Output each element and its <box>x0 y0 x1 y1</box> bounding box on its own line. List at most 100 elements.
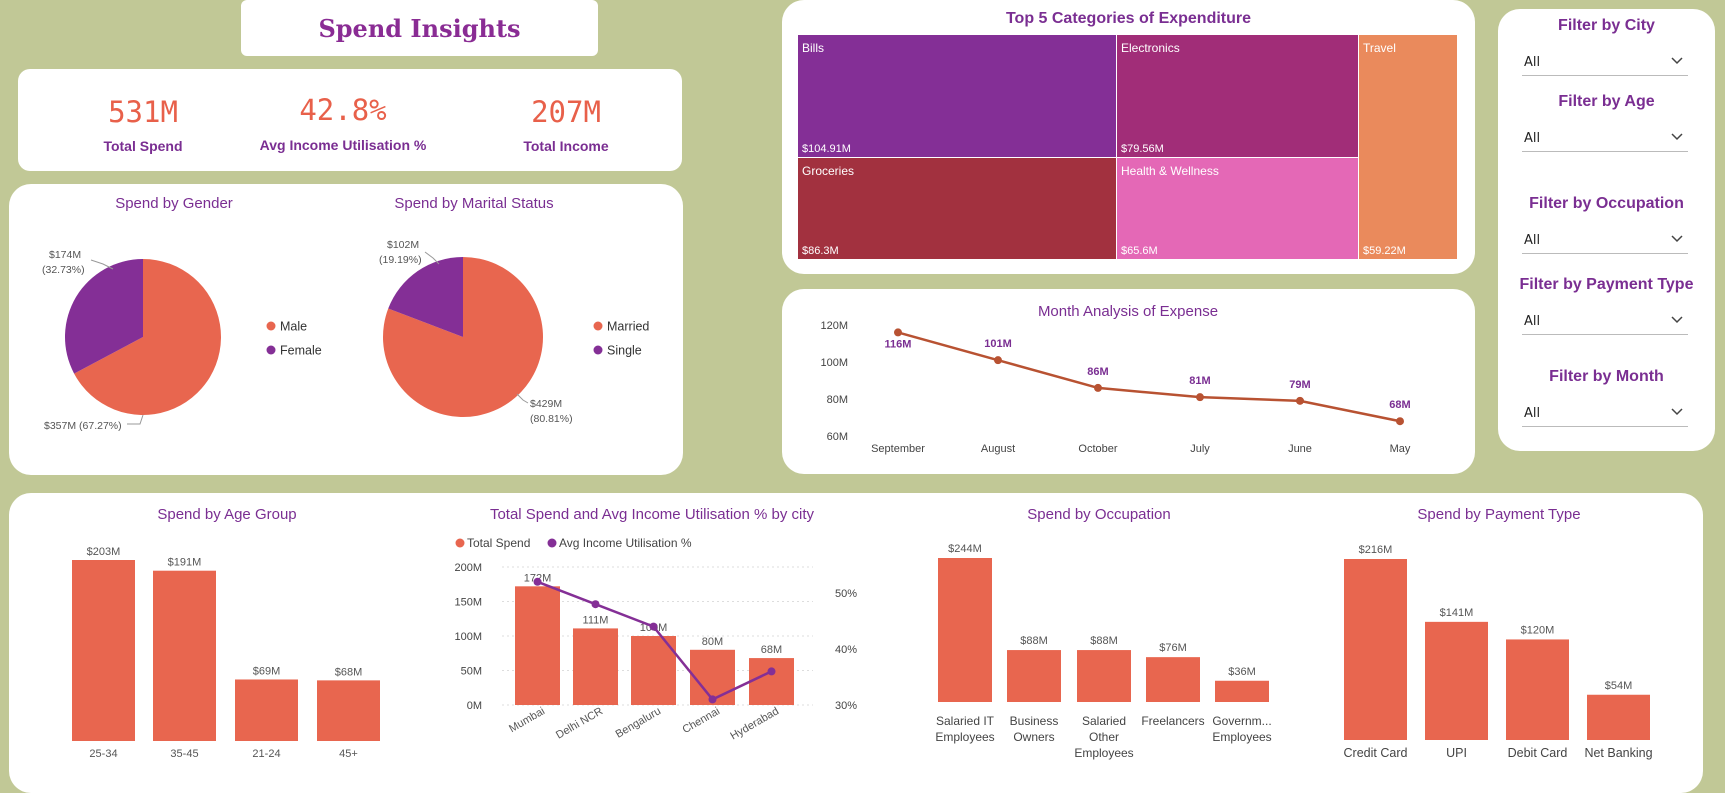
gender-title: Spend by Gender <box>115 195 233 212</box>
kpi-card: 531M Total Spend 42.8% Avg Income Utilis… <box>18 69 682 171</box>
occupation-bar <box>938 558 992 702</box>
payment-bar-debit-card <box>1506 639 1569 740</box>
city-bar-label: 111M <box>583 614 609 626</box>
occupation-x-tick: Governm... <box>1212 714 1271 728</box>
filter-dropdown-value: All <box>1524 131 1541 146</box>
age-bar-label: $203M <box>87 546 121 558</box>
treemap-cell-name: Electronics <box>1121 41 1180 55</box>
gender-leader-male <box>127 414 144 425</box>
payment-bar-label: $141M <box>1440 607 1474 619</box>
month-data-label: 101M <box>984 338 1012 350</box>
payment-x-tick: Debit Card <box>1508 746 1568 760</box>
city-y-right-tick: 30% <box>835 700 857 712</box>
city-x-tick: Chennai <box>681 705 722 736</box>
chevron-down-icon[interactable] <box>1670 53 1684 67</box>
chevron-down-icon[interactable] <box>1670 312 1684 326</box>
month-line <box>897 331 1401 423</box>
month-x-tick-august: August <box>981 443 1015 455</box>
month-point-june <box>1296 396 1304 405</box>
treemap-cell-travel[interactable]: Travel $59.22M <box>1359 35 1457 259</box>
pies-card: Spend by Gender Male Female Spend by Marita… <box>9 184 683 475</box>
marital-legend-single: Single <box>607 344 642 358</box>
gender-label-male: $357M (67.27%) <box>44 420 122 432</box>
city-util-point <box>649 622 658 631</box>
payment-x-tick: Net Banking <box>1584 746 1652 760</box>
city-bar-delhi-ncr <box>573 628 618 705</box>
month-y-tick: 60M <box>827 431 848 443</box>
title-card: Spend Insights <box>241 0 598 56</box>
gender-label-female-value: $174M <box>49 249 81 261</box>
month-point-september <box>894 328 902 337</box>
page-title: Spend Insights <box>318 14 521 43</box>
filter-dropdown-4[interactable]: All <box>1522 400 1688 427</box>
city-y-left-tick: 50M <box>461 666 482 678</box>
filter-label-4: Filter by Month <box>1549 368 1664 385</box>
payment-title: Spend by Payment Type <box>1417 506 1580 523</box>
occupation-title: Spend by Occupation <box>1027 506 1170 523</box>
marital-label-married-value: $429M <box>530 398 562 410</box>
occupation-x-tick: Business <box>1010 714 1059 728</box>
occupation-bar-label: $76M <box>1159 642 1187 654</box>
avg-util-value: 42.8% <box>299 93 387 127</box>
occupation-x-tick: Employees <box>1074 746 1133 760</box>
treemap-cell-value: $79.56M <box>1121 143 1164 155</box>
treemap-cell-bills[interactable]: Bills $104.91M <box>798 35 1116 157</box>
month-point-july <box>1196 393 1204 402</box>
occupation-x-tick: Other <box>1089 730 1119 744</box>
filter-label-0: Filter by City <box>1558 17 1655 34</box>
chevron-down-icon[interactable] <box>1670 404 1684 418</box>
city-y-left-tick: 150M <box>454 597 482 609</box>
month-card: Month Analysis of Expense 120M 100M 80M 60M 1… <box>782 289 1475 474</box>
treemap-cell-name: Bills <box>802 41 825 55</box>
month-title: Month Analysis of Expense <box>1038 303 1218 320</box>
occupation-bar <box>1146 657 1200 702</box>
city-y-left-tick: 200M <box>454 562 482 574</box>
month-x-tick-june: June <box>1288 443 1312 455</box>
marital-legend-married: Married <box>607 320 649 334</box>
gender-legend-female: Female <box>280 344 322 358</box>
filter-dropdown-value: All <box>1524 233 1541 248</box>
age-bar-21-24 <box>235 679 298 741</box>
gender-legend-marker-female <box>266 345 276 355</box>
marital-label-single-pct: (19.19%) <box>379 254 422 266</box>
marital-legend-marker-single <box>593 345 603 355</box>
city-title: Total Spend and Avg Income Utilisation %… <box>490 506 815 523</box>
filter-dropdown-1[interactable]: All <box>1522 125 1688 152</box>
city-util-point <box>708 695 717 704</box>
month-point-may <box>1396 417 1404 426</box>
filter-dropdown-3[interactable]: All <box>1522 308 1688 335</box>
bottom-card: Spend by Age Group $203M 25-34 $191M 35-45 $6… <box>9 493 1703 793</box>
marital-leader-married <box>516 393 529 404</box>
city-util-point <box>767 667 776 676</box>
age-x-tick: 45+ <box>339 748 358 760</box>
occupation-bar <box>1077 650 1131 702</box>
treemap-cell-electronics[interactable]: Electronics $79.56M <box>1117 35 1358 157</box>
chevron-down-icon[interactable] <box>1670 129 1684 143</box>
treemap-cell-health-wellness[interactable]: Health & Wellness $65.6M <box>1117 158 1358 259</box>
treemap-cell-name: Groceries <box>802 164 855 178</box>
treemap-cell-groceries[interactable]: Groceries $86.3M <box>798 158 1116 259</box>
month-data-label: 68M <box>1389 399 1410 411</box>
city-util-point <box>591 600 600 609</box>
payment-x-tick: Credit Card <box>1344 746 1408 760</box>
city-legend-spend: Total Spend <box>467 536 530 550</box>
chevron-down-icon[interactable] <box>1670 231 1684 245</box>
filter-dropdown-0[interactable]: All <box>1522 49 1688 76</box>
city-x-tick: Bengaluru <box>614 705 663 740</box>
city-x-tick: Mumbai <box>507 705 547 735</box>
gender-legend-marker-male <box>266 321 276 331</box>
marital-leader-single <box>424 251 440 265</box>
total-income-label: Total Income <box>523 138 609 154</box>
month-y-tick: 80M <box>827 394 848 406</box>
occupation-bar <box>1215 680 1269 702</box>
month-data-label: 81M <box>1189 375 1210 387</box>
gender-label-female-pct: (32.73%) <box>42 264 85 276</box>
filters-card: Filter by City All Filter by Age All Filter … <box>1498 9 1715 451</box>
total-income-value: 207M <box>531 95 601 129</box>
filter-dropdown-2[interactable]: All <box>1522 227 1688 254</box>
payment-bar-upi <box>1425 621 1488 740</box>
marital-legend-marker-married <box>593 321 603 331</box>
occupation-x-tick: Employees <box>935 730 994 744</box>
month-y-tick: 100M <box>820 357 848 369</box>
month-y-tick: 120M <box>820 320 848 332</box>
